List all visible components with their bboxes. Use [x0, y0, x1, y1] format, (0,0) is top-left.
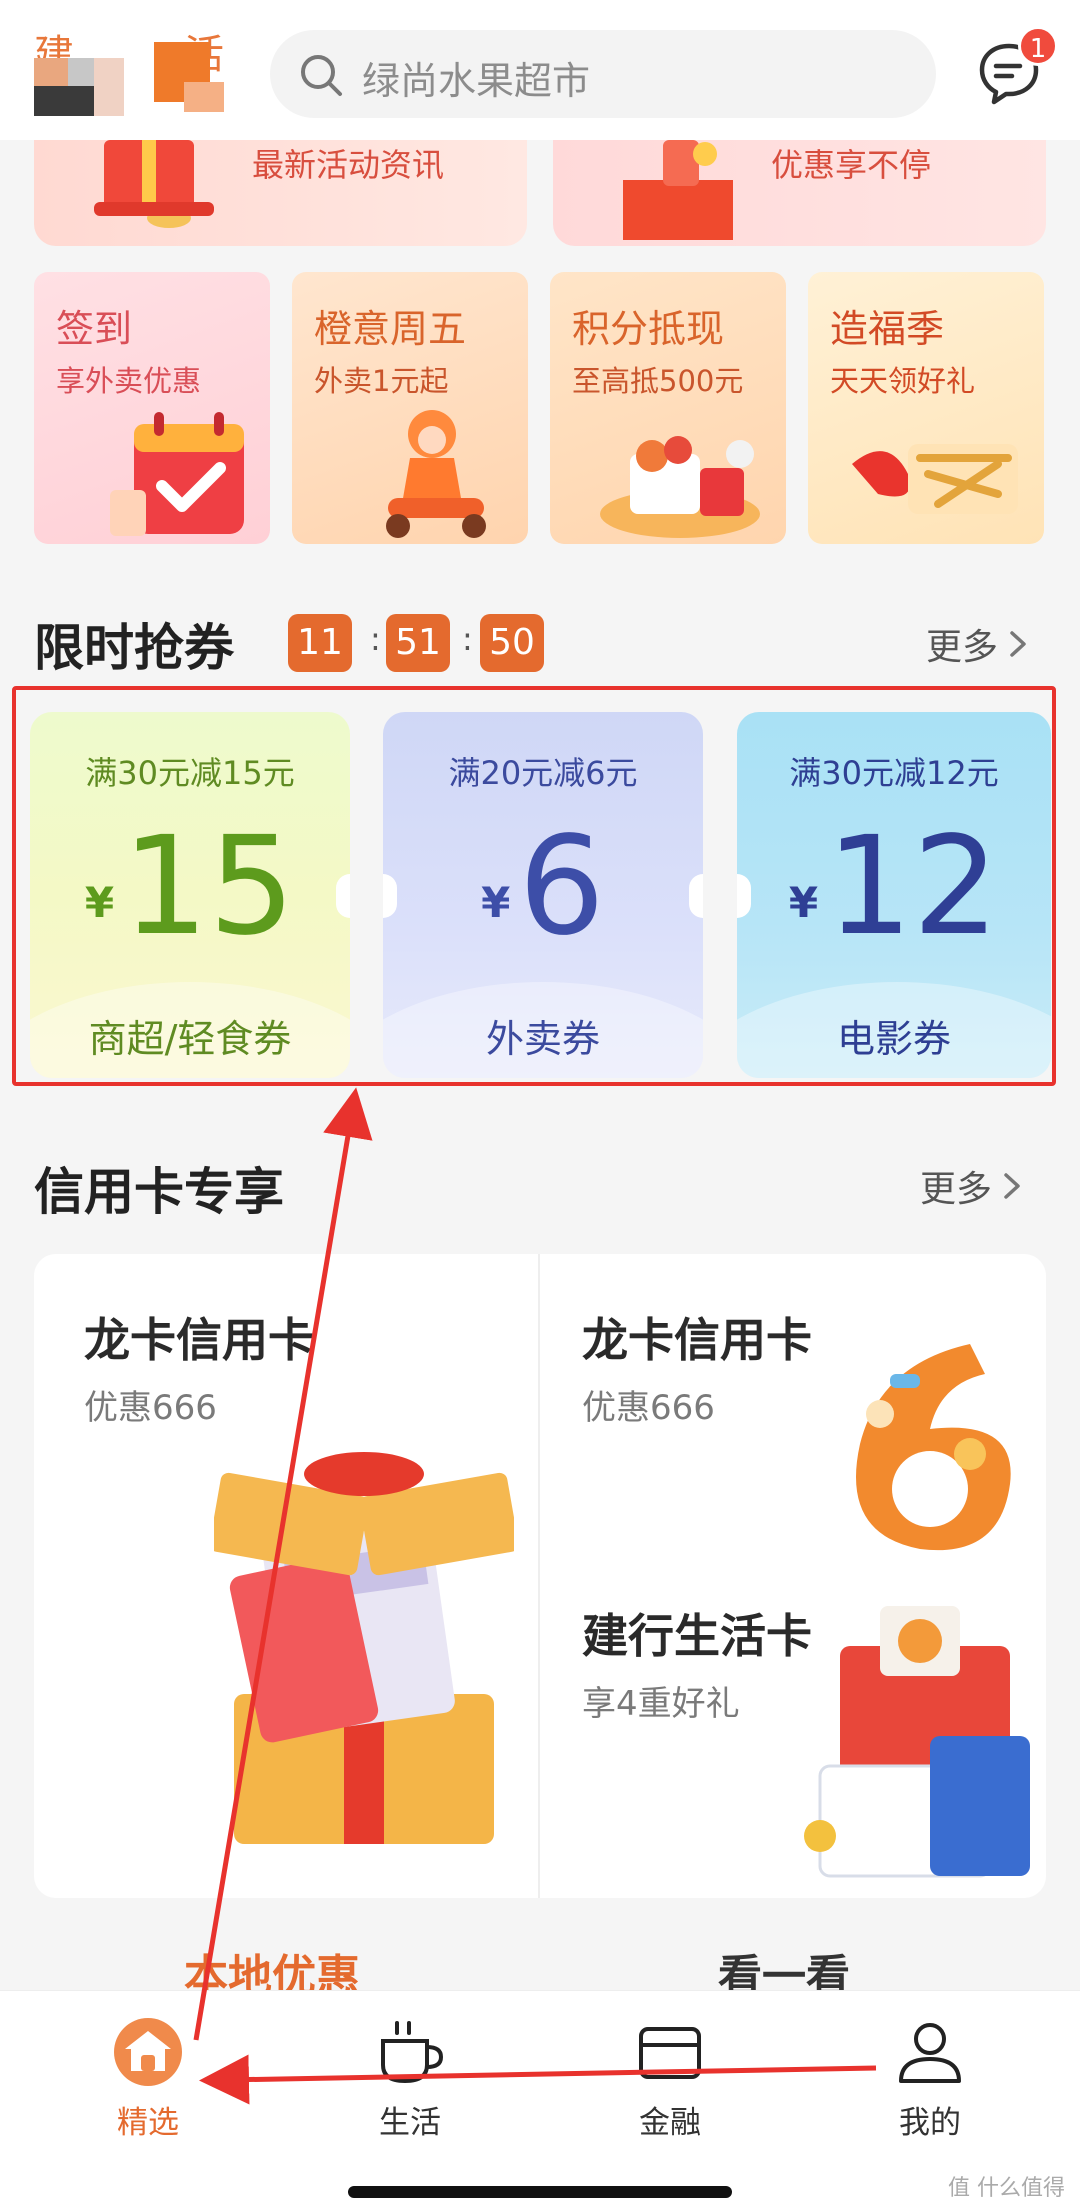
section-title-credit-card: 信用卡专享: [34, 1163, 284, 1221]
credit-card-panel: 龙卡信用卡 优惠666 龙卡信用卡 优惠666 建行生活卡 享4重好礼: [34, 1254, 1046, 1898]
search-input[interactable]: 绿尚水果超市: [270, 30, 936, 118]
nav-item-featured[interactable]: 精选: [68, 2009, 228, 2141]
card-title: 建行生活卡: [582, 1609, 812, 1663]
card-subtitle: 优惠666: [84, 1388, 217, 1428]
flash-coupons-more-link[interactable]: 更多: [926, 618, 1028, 670]
app-logo[interactable]: 建 活: [34, 22, 244, 122]
highlight-box: [12, 686, 1056, 1086]
search-placeholder: 绿尚水果超市: [362, 59, 591, 103]
nav-item-me[interactable]: 我的: [850, 2009, 1010, 2141]
nav-label: 我的: [899, 2105, 961, 2141]
tile-points-cash[interactable]: 积分抵现 至高抵500元: [550, 272, 786, 544]
blessing-calligraphy-illustration: [852, 444, 1018, 514]
watermark: 值 什么值得买: [948, 2176, 1065, 2201]
home-indicator[interactable]: [348, 2186, 732, 2198]
tile-title: 签到: [56, 307, 133, 351]
gift-basket-illustration: [600, 436, 760, 538]
calendar-check-icon: [110, 412, 244, 536]
nav-item-finance[interactable]: 金融: [590, 2009, 750, 2141]
card-title: 龙卡信用卡: [84, 1313, 314, 1367]
tile-checkin[interactable]: 签到 享外卖优惠: [34, 272, 270, 544]
search-icon: [301, 55, 342, 96]
gift-box-illustration: [94, 140, 214, 228]
credit-card-promo-left[interactable]: 龙卡信用卡 优惠666: [34, 1254, 538, 1898]
credit-card-promo-right-bottom[interactable]: 建行生活卡 享4重好礼: [540, 1576, 1046, 1898]
chevron-right-icon: [1002, 1169, 1022, 1210]
tile-title: 造福季: [830, 307, 945, 351]
gift-box-cards-illustration: [214, 1452, 514, 1844]
home-icon: [114, 2018, 182, 2086]
card-icon: [639, 2027, 701, 2079]
card-subtitle: 享4重好礼: [582, 1684, 740, 1724]
number-six-food-illustration: [856, 1344, 1011, 1551]
tile-title: 积分抵现: [572, 307, 725, 351]
card-title: 龙卡信用卡: [582, 1313, 812, 1367]
banner-label: 优惠享不停: [771, 146, 932, 184]
chevron-right-icon: [1008, 627, 1028, 668]
user-icon: [899, 2023, 961, 2083]
countdown-separator: :: [462, 620, 473, 658]
countdown-seconds: 50: [480, 614, 544, 672]
nav-label: 精选: [117, 2105, 179, 2141]
credit-card-promo-right-top[interactable]: 龙卡信用卡 优惠666: [540, 1254, 1046, 1576]
delivery-rider-illustration: [386, 410, 486, 538]
header: 建 活 绿尚水果超市 1: [0, 0, 1080, 140]
credit-card-more-link[interactable]: 更多: [920, 1160, 1022, 1212]
message-badge: 1: [1018, 26, 1058, 66]
banner-offers[interactable]: 优惠享不停: [553, 140, 1046, 246]
countdown-separator: :: [370, 620, 381, 658]
countdown-minutes: 51: [386, 614, 450, 672]
section-title-flash-coupons: 限时抢券: [34, 619, 234, 677]
more-label: 更多: [926, 627, 999, 668]
more-label: 更多: [920, 1169, 993, 1210]
countdown-hours: 11: [288, 614, 352, 672]
message-button[interactable]: 1: [976, 26, 1058, 110]
nav-label: 生活: [379, 2105, 441, 2141]
nav-item-life[interactable]: 生活: [330, 2009, 490, 2141]
banner-activity-news[interactable]: 最新活动资讯: [34, 140, 527, 246]
tile-orange-friday[interactable]: 橙意周五 外卖1元起: [292, 272, 528, 544]
cup-icon: [381, 2021, 444, 2084]
card-subtitle: 优惠666: [582, 1388, 715, 1428]
red-gift-box-card-illustration: [804, 1606, 1030, 1878]
banner-label: 最新活动资讯: [252, 146, 445, 184]
tile-title: 橙意周五: [314, 307, 467, 351]
tile-blessing-season[interactable]: 造福季 天天领好礼: [808, 272, 1044, 544]
bottom-navigation: 精选 生活 金融 我的: [0, 1990, 1080, 2204]
nav-label: 金融: [639, 2105, 701, 2141]
red-envelope-illustration: [623, 140, 733, 240]
